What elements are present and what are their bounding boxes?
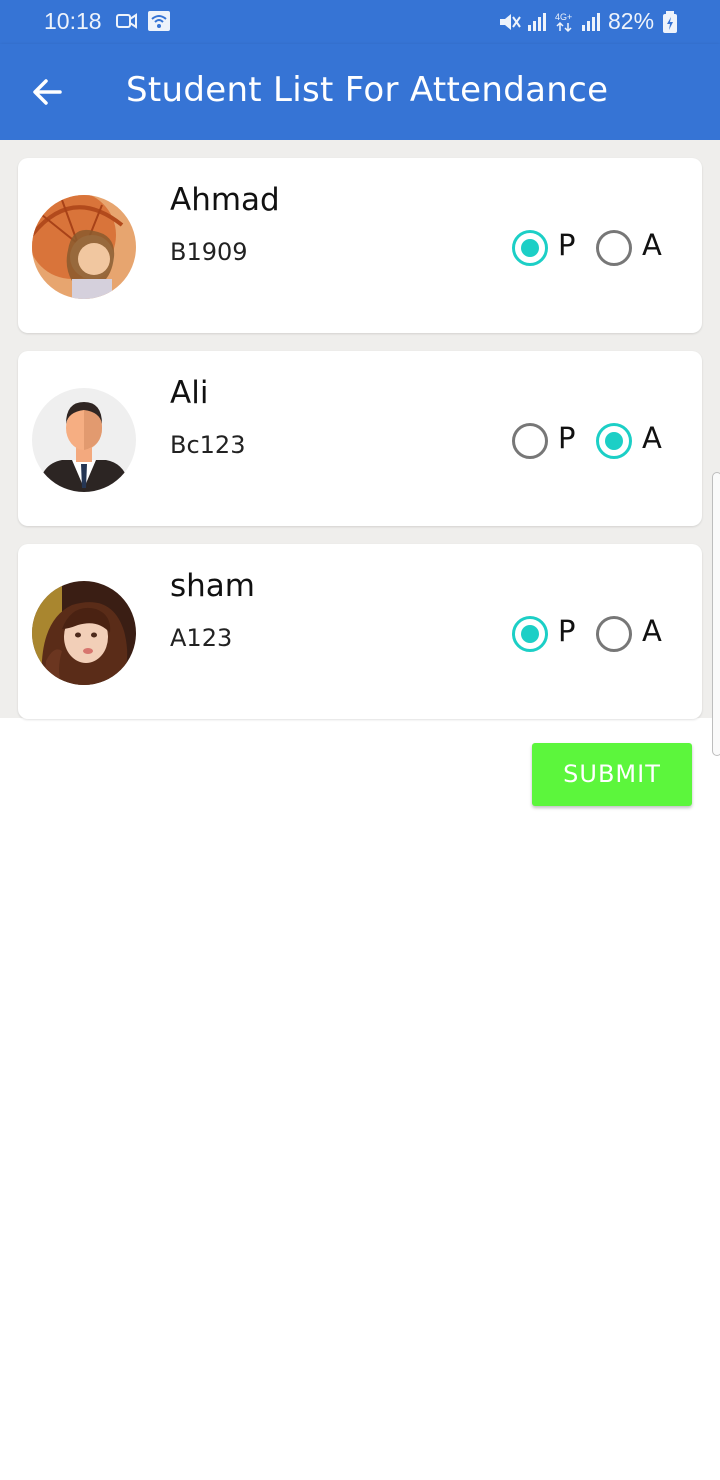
status-time: 10:18: [44, 8, 102, 34]
absent-label: A: [642, 421, 662, 455]
signal-icon: [582, 13, 600, 31]
svg-text:4G+: 4G+: [555, 12, 572, 22]
arrow-left-icon[interactable]: [30, 74, 66, 110]
student-roll: A123: [170, 624, 233, 652]
present-radio[interactable]: [512, 616, 548, 652]
signal-icon: [528, 13, 546, 31]
present-radio[interactable]: [512, 423, 548, 459]
page-title: Student List For Attendance: [126, 70, 609, 110]
student-roll: Bc123: [170, 431, 246, 459]
student-name: sham: [170, 568, 255, 604]
student-card: sham A123 P A: [18, 544, 702, 719]
present-radio[interactable]: [512, 230, 548, 266]
4g-icon: 4G+: [555, 12, 572, 33]
submit-button[interactable]: SUBMIT: [532, 743, 692, 806]
present-label: P: [558, 421, 576, 455]
edge-panel-handle[interactable]: [712, 472, 720, 756]
present-label: P: [558, 228, 576, 262]
student-avatar: [32, 581, 136, 685]
student-avatar: [32, 388, 136, 492]
status-bar: 10:18 4G+ 82%: [0, 0, 720, 44]
student-name: Ali: [170, 375, 209, 411]
absent-radio[interactable]: [596, 230, 632, 266]
absent-radio[interactable]: [596, 423, 632, 459]
student-card: Ali Bc123 P A: [18, 351, 702, 526]
student-name: Ahmad: [170, 182, 280, 218]
absent-radio[interactable]: [596, 616, 632, 652]
student-avatar: [32, 195, 136, 299]
student-roll: B1909: [170, 238, 248, 266]
wifi-icon: [148, 11, 170, 31]
app-bar: Student List For Attendance: [0, 44, 720, 140]
absent-label: A: [642, 228, 662, 262]
video-camera-icon: [116, 13, 137, 29]
mute-icon: [500, 14, 521, 30]
battery-charging-icon: [663, 11, 677, 33]
battery-percentage: 82%: [608, 8, 655, 34]
absent-label: A: [642, 614, 662, 648]
student-list: Ahmad B1909 P A Ali Bc123 P A sham A123 …: [0, 140, 720, 719]
present-label: P: [558, 614, 576, 648]
student-card: Ahmad B1909 P A: [18, 158, 702, 333]
